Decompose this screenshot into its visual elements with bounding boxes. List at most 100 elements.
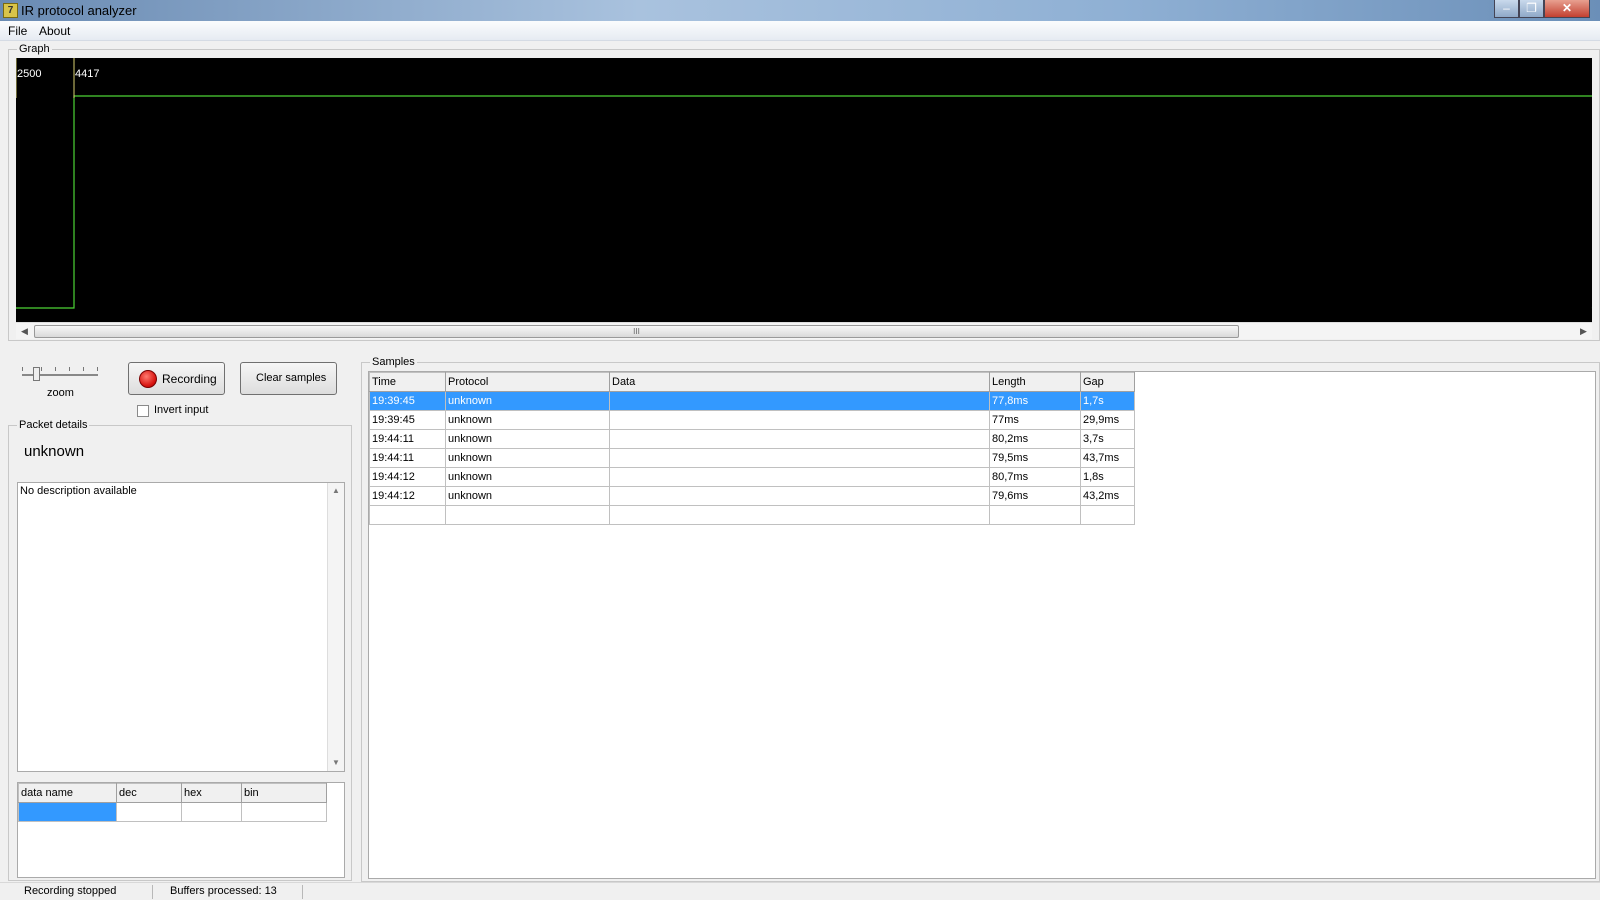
table-cell[interactable]: 80,7ms (989, 467, 1081, 487)
table-cell[interactable] (116, 802, 182, 822)
table-cell[interactable] (1080, 505, 1135, 525)
signal-waveform (16, 95, 1592, 309)
zoom-tick (69, 367, 70, 371)
zoom-tick (83, 367, 84, 371)
column-header-time[interactable]: Time (369, 372, 446, 392)
table-cell[interactable]: 29,9ms (1080, 410, 1135, 430)
table-row[interactable]: 19:44:12 unknown 79,6ms 43,2ms (369, 486, 1135, 506)
table-cell[interactable]: 79,5ms (989, 448, 1081, 468)
menu-bar: File About (0, 21, 1600, 41)
table-row[interactable]: 19:44:11 unknown 79,5ms 43,7ms (369, 448, 1135, 468)
title-bar[interactable]: 7 IR protocol analyzer – ❐ ✕ (0, 0, 1600, 21)
invert-input-checkbox[interactable] (137, 405, 149, 417)
table-cell[interactable] (445, 505, 610, 525)
table-cell[interactable] (609, 391, 990, 411)
table-cell[interactable]: 19:44:12 (369, 467, 446, 487)
table-cell[interactable] (609, 505, 990, 525)
zoom-tick (55, 367, 56, 371)
signal-graph[interactable]: 2500441762162560162562162560526050625060… (16, 58, 1592, 322)
app-icon: 7 (3, 3, 18, 18)
table-row[interactable]: 19:39:45 unknown 77ms 29,9ms (369, 410, 1135, 430)
menu-file[interactable]: File (8, 24, 27, 38)
table-cell[interactable] (989, 505, 1081, 525)
maximize-button[interactable]: ❐ (1519, 0, 1544, 18)
packet-data-grid[interactable]: data name dec hex bin (17, 782, 345, 878)
table-cell[interactable]: unknown (445, 467, 610, 487)
table-cell[interactable]: unknown (445, 410, 610, 430)
zoom-slider-thumb[interactable] (33, 367, 40, 381)
table-cell[interactable]: 43,7ms (1080, 448, 1135, 468)
description-scrollbar[interactable]: ▲ ▼ (327, 483, 344, 771)
table-cell[interactable] (609, 467, 990, 487)
table-row[interactable]: 19:44:11 unknown 80,2ms 3,7s (369, 429, 1135, 449)
packet-data-table: data name dec hex bin (18, 783, 327, 822)
table-cell[interactable]: 77,8ms (989, 391, 1081, 411)
close-button[interactable]: ✕ (1544, 0, 1590, 18)
table-cell[interactable]: 19:44:11 (369, 429, 446, 449)
minimize-button[interactable]: – (1494, 0, 1519, 18)
signal-trace: 2500441762162560162562162560526050625060… (16, 58, 1592, 309)
table-cell[interactable] (241, 802, 327, 822)
table-cell[interactable]: 80,2ms (989, 429, 1081, 449)
zoom-tick (22, 367, 23, 371)
description-text: No description available (20, 485, 137, 497)
table-cell[interactable]: unknown (445, 486, 610, 506)
clear-samples-button[interactable]: Clear samples (240, 362, 337, 395)
samples-grid[interactable]: Time Protocol Data Length Gap 19:39:45 un… (368, 371, 1596, 879)
timing-label: 4417 (75, 68, 99, 80)
description-textbox[interactable]: No description available ▲ ▼ (17, 482, 345, 772)
table-cell[interactable] (609, 429, 990, 449)
table-cell[interactable]: 1,8s (1080, 467, 1135, 487)
table-cell[interactable]: unknown (445, 448, 610, 468)
table-cell[interactable]: unknown (445, 391, 610, 411)
table-cell[interactable] (369, 505, 446, 525)
table-cell[interactable]: unknown (445, 429, 610, 449)
column-header-data[interactable]: Data (609, 372, 990, 392)
table-cell[interactable]: 19:44:12 (369, 486, 446, 506)
scroll-right-arrow-icon[interactable]: ▶ (1576, 324, 1591, 339)
table-cell[interactable]: 19:39:45 (369, 391, 446, 411)
table-row[interactable] (18, 802, 327, 822)
table-cell[interactable]: 79,6ms (989, 486, 1081, 506)
graph-scrollbar[interactable]: ◀ III ▶ (16, 322, 1592, 339)
scroll-down-arrow-icon[interactable]: ▼ (328, 755, 344, 771)
window-title: IR protocol analyzer (21, 3, 137, 18)
table-cell[interactable]: 43,2ms (1080, 486, 1135, 506)
samples-table: Time Protocol Data Length Gap 19:39:45 un… (369, 372, 1135, 525)
clear-samples-label: Clear samples (256, 372, 327, 384)
invert-input-label: Invert input (154, 404, 209, 416)
table-cell[interactable] (609, 486, 990, 506)
record-icon (139, 370, 157, 388)
table-cell[interactable]: 3,7s (1080, 429, 1135, 449)
table-row[interactable]: 19:44:12 unknown 80,7ms 1,8s (369, 467, 1135, 487)
status-separator (152, 885, 153, 899)
table-cell[interactable] (181, 802, 242, 822)
packet-protocol-name: unknown (24, 443, 85, 460)
scroll-up-arrow-icon[interactable]: ▲ (328, 483, 344, 499)
table-cell[interactable]: 77ms (989, 410, 1081, 430)
menu-about[interactable]: About (39, 24, 70, 38)
scroll-left-arrow-icon[interactable]: ◀ (17, 324, 32, 339)
scroll-thumb[interactable]: III (34, 325, 1239, 338)
column-header-hex[interactable]: hex (181, 783, 242, 803)
recording-button[interactable]: Recording (128, 362, 225, 395)
table-cell[interactable] (18, 802, 117, 822)
column-header-bin[interactable]: bin (241, 783, 327, 803)
zoom-tick (41, 367, 42, 371)
zoom-label: zoom (47, 387, 74, 399)
column-header-dec[interactable]: dec (116, 783, 182, 803)
table-cell[interactable] (609, 410, 990, 430)
table-cell[interactable]: 19:39:45 (369, 410, 446, 430)
column-header-data-name[interactable]: data name (18, 783, 117, 803)
column-header-length[interactable]: Length (989, 372, 1081, 392)
status-bar: Recording stopped Buffers processed: 13 (0, 882, 1600, 900)
table-row[interactable]: 19:39:45 unknown 77,8ms 1,7s (369, 391, 1135, 411)
column-header-gap[interactable]: Gap (1080, 372, 1135, 392)
table-cell[interactable]: 1,7s (1080, 391, 1135, 411)
table-cell[interactable]: 19:44:11 (369, 448, 446, 468)
column-header-protocol[interactable]: Protocol (445, 372, 610, 392)
samples-group-label: Samples (370, 355, 417, 369)
table-cell[interactable] (609, 448, 990, 468)
recording-status: Recording stopped (24, 885, 117, 897)
table-row-empty[interactable] (369, 505, 1135, 525)
